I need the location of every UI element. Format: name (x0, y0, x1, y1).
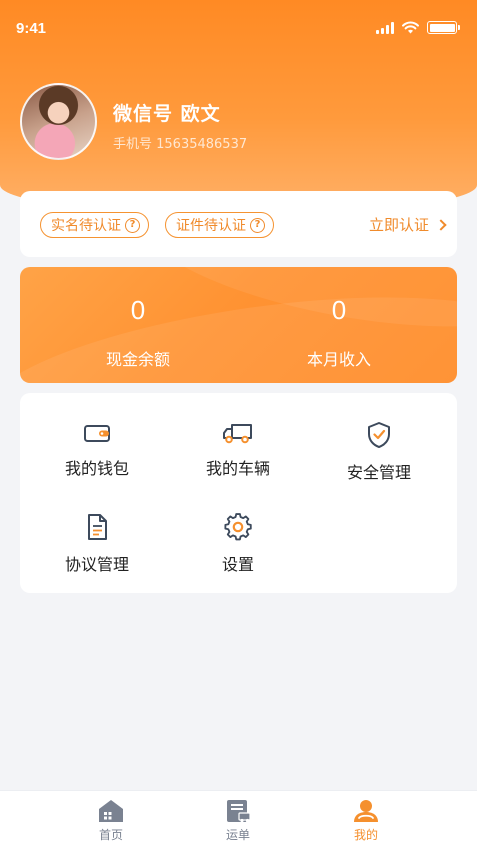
user-icon (354, 800, 378, 822)
chevron-right-icon (435, 218, 447, 231)
balance-card: 0 现金余额 0 本月收入 (20, 267, 457, 383)
waybill-icon (227, 800, 251, 823)
shield-check-icon (368, 422, 390, 448)
document-status-label: 证件待认证 (176, 218, 246, 234)
status-bar: 9:41 (0, 0, 477, 56)
cash-balance-value: 0 (130, 295, 146, 325)
tab-mine[interactable]: 我的 (316, 799, 416, 843)
realname-status-badge[interactable]: 实名待认证 ? (40, 212, 149, 238)
gear-icon (224, 513, 252, 541)
realname-status-label: 实名待认证 (51, 218, 121, 234)
menu-item-label: 我的钱包 (64, 459, 129, 478)
menu-item-label: 协议管理 (64, 555, 129, 574)
menu-item-label: 安全管理 (346, 463, 411, 482)
tab-label: 我的 (353, 828, 378, 842)
truck-icon (223, 424, 252, 444)
profile-header: 9:41 微信号 欧文 手机号 15635486537 (0, 0, 477, 215)
avatar[interactable] (20, 83, 97, 160)
monthly-income-value: 0 (331, 295, 347, 325)
question-icon: ? (250, 217, 265, 233)
wallet-icon (84, 425, 110, 442)
monthly-income[interactable]: 0 本月收入 (239, 295, 439, 370)
menu-item-label: 我的车辆 (205, 459, 270, 478)
bottom-tab-bar: 首页 运单 我的 (0, 790, 477, 850)
verification-card: 实名待认证 ? 证件待认证 ? 立即认证 (20, 191, 457, 257)
question-icon: ? (125, 217, 140, 233)
menu-grid: 我的钱包 我的车辆 安全管理 协议管理 设置 (20, 393, 457, 593)
tab-home[interactable]: 首页 (61, 799, 161, 843)
battery-icon (427, 21, 460, 34)
monthly-income-label: 本月收入 (306, 350, 371, 369)
tab-waybill[interactable]: 运单 (188, 799, 288, 843)
menu-item-agreements[interactable]: 协议管理 (27, 513, 167, 575)
menu-item-settings[interactable]: 设置 (168, 513, 308, 575)
cash-balance-label: 现金余额 (105, 350, 170, 369)
status-icons (376, 21, 460, 34)
menu-item-wallet[interactable]: 我的钱包 (27, 421, 167, 479)
cash-balance[interactable]: 0 现金余额 (38, 295, 238, 370)
home-icon (99, 800, 123, 822)
tab-label: 运单 (225, 828, 250, 842)
menu-item-security[interactable]: 安全管理 (309, 421, 449, 483)
document-status-badge[interactable]: 证件待认证 ? (165, 212, 274, 238)
phone-number: 手机号 15635486537 (113, 137, 248, 152)
menu-item-vehicles[interactable]: 我的车辆 (168, 421, 308, 479)
wifi-icon (402, 21, 419, 34)
verify-now-label: 立即认证 (368, 216, 429, 234)
status-time: 9:41 (16, 20, 47, 37)
verify-now-link[interactable]: 立即认证 (368, 214, 447, 235)
username: 微信号 欧文 (113, 103, 221, 125)
signal-icon (376, 21, 394, 34)
document-icon (88, 514, 107, 540)
menu-item-label: 设置 (221, 555, 254, 574)
tab-label: 首页 (98, 828, 123, 842)
